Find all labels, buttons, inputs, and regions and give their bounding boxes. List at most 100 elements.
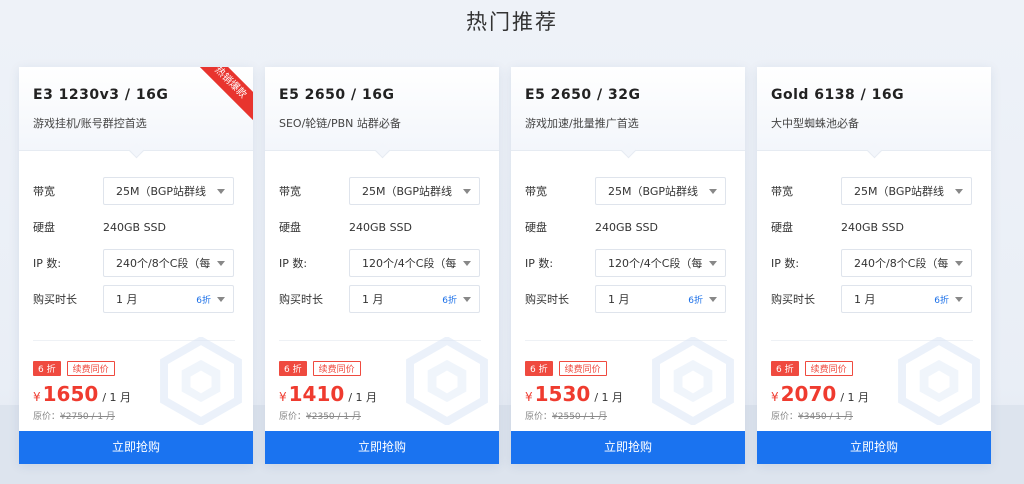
disk-value: 240GB SSD — [349, 220, 412, 234]
bandwidth-row: 带宽 25M（BGP站群线 — [33, 173, 235, 209]
duration-label: 购买时长 — [771, 293, 815, 306]
price-value: 2070 — [780, 382, 837, 406]
renew-tag: 续费同价 — [312, 361, 361, 376]
renew-tag: 续费同价 — [558, 361, 607, 376]
original-price-value: ¥2550 / 1 月 — [552, 412, 607, 422]
duration-discount: 6折 — [196, 295, 211, 306]
discount-tag: 6 折 — [771, 361, 799, 376]
duration-label: 购买时长 — [525, 293, 569, 306]
original-price-value: ¥2350 / 1 月 — [306, 412, 361, 422]
hexagon-icon — [160, 337, 242, 425]
duration-row: 购买时长 1 月 6折 — [771, 281, 973, 317]
duration-label: 购买时长 — [33, 293, 77, 306]
card-header: Gold 6138 / 16G 大中型蜘蛛池必备 — [757, 67, 991, 151]
bandwidth-row: 带宽 25M（BGP站群线 — [771, 173, 973, 209]
ip-select[interactable]: 240个/8个C段（每 — [103, 249, 234, 277]
duration-discount: 6折 — [934, 295, 949, 306]
config-options: 带宽 25M（BGP站群线 硬盘 240GB SSD IP 数: 240个/8个… — [757, 151, 991, 341]
duration-discount: 6折 — [442, 295, 457, 306]
product-card-1: E3 1230v3 / 16G 游戏挂机/账号群控首选 热销爆款 带宽 25M（… — [19, 67, 253, 464]
disk-value: 240GB SSD — [841, 220, 904, 234]
ip-row: IP 数: 120个/4个C段（每 — [279, 245, 481, 281]
chevron-down-icon — [709, 260, 717, 266]
ip-value: 120个/4个C段（每 — [608, 257, 703, 270]
ip-label: IP 数: — [525, 257, 554, 270]
price-period: / 1 月 — [840, 391, 870, 404]
card-title: E3 1230v3 / 16G — [33, 87, 169, 103]
price-area: 6 折 续费同价 ¥ 1530 / 1 月 原价：¥2550 / 1 月 — [511, 327, 745, 439]
bandwidth-label: 带宽 — [279, 185, 301, 198]
currency: ¥ — [771, 390, 779, 404]
disk-value: 240GB SSD — [103, 220, 166, 234]
bandwidth-label: 带宽 — [33, 185, 55, 198]
bandwidth-select[interactable]: 25M（BGP站群线 — [103, 177, 234, 205]
chevron-down-icon — [217, 188, 225, 194]
chevron-down-icon — [955, 188, 963, 194]
chevron-down-icon — [463, 296, 471, 302]
ip-value: 120个/4个C段（每 — [362, 257, 457, 270]
ip-select[interactable]: 120个/4个C段（每 — [595, 249, 726, 277]
config-options: 带宽 25M（BGP站群线 硬盘 240GB SSD IP 数: 240个/8个… — [19, 151, 253, 341]
discount-tag: 6 折 — [33, 361, 61, 376]
buy-now-button[interactable]: 立即抢购 — [265, 431, 499, 464]
chevron-down-icon — [955, 260, 963, 266]
original-price-label: 原价： — [279, 412, 307, 422]
buy-now-button[interactable]: 立即抢购 — [757, 431, 991, 464]
disk-row: 硬盘 240GB SSD — [525, 209, 727, 245]
duration-select[interactable]: 1 月 6折 — [841, 285, 972, 313]
currency: ¥ — [279, 390, 287, 404]
bandwidth-value: 25M（BGP站群线 — [362, 185, 452, 198]
price-value: 1530 — [534, 382, 591, 406]
ip-select[interactable]: 240个/8个C段（每 — [841, 249, 972, 277]
chevron-down-icon — [709, 188, 717, 194]
disk-row: 硬盘 240GB SSD — [279, 209, 481, 245]
card-subtitle: 游戏挂机/账号群控首选 — [33, 117, 147, 130]
card-subtitle: SEO/轮链/PBN 站群必备 — [279, 117, 401, 130]
buy-now-button[interactable]: 立即抢购 — [511, 431, 745, 464]
bandwidth-select[interactable]: 25M（BGP站群线 — [595, 177, 726, 205]
ip-label: IP 数: — [33, 257, 62, 270]
chevron-down-icon — [217, 296, 225, 302]
bandwidth-row: 带宽 25M（BGP站群线 — [525, 173, 727, 209]
disk-row: 硬盘 240GB SSD — [33, 209, 235, 245]
chevron-down-icon — [217, 260, 225, 266]
duration-select[interactable]: 1 月 6折 — [103, 285, 234, 313]
price-value: 1410 — [288, 382, 345, 406]
card-subtitle: 游戏加速/批量推广首选 — [525, 117, 639, 130]
original-price-label: 原价： — [771, 412, 799, 422]
ip-row: IP 数: 120个/4个C段（每 — [525, 245, 727, 281]
price-period: / 1 月 — [594, 391, 624, 404]
duration-select[interactable]: 1 月 6折 — [349, 285, 480, 313]
disk-row: 硬盘 240GB SSD — [771, 209, 973, 245]
currency: ¥ — [33, 390, 41, 404]
price-period: / 1 月 — [102, 391, 132, 404]
chevron-down-icon — [463, 260, 471, 266]
bandwidth-select[interactable]: 25M（BGP站群线 — [841, 177, 972, 205]
card-header: E5 2650 / 32G 游戏加速/批量推广首选 — [511, 67, 745, 151]
duration-value: 1 月 — [116, 293, 138, 306]
card-title: Gold 6138 / 16G — [771, 87, 905, 103]
bandwidth-row: 带宽 25M（BGP站群线 — [279, 173, 481, 209]
chevron-down-icon — [709, 296, 717, 302]
card-header: E3 1230v3 / 16G 游戏挂机/账号群控首选 热销爆款 — [19, 67, 253, 151]
ip-select[interactable]: 120个/4个C段（每 — [349, 249, 480, 277]
disk-label: 硬盘 — [525, 221, 547, 234]
duration-value: 1 月 — [362, 293, 384, 306]
bandwidth-value: 25M（BGP站群线 — [116, 185, 206, 198]
duration-value: 1 月 — [608, 293, 630, 306]
buy-now-button[interactable]: 立即抢购 — [19, 431, 253, 464]
card-title: E5 2650 / 32G — [525, 87, 641, 103]
renew-tag: 续费同价 — [804, 361, 853, 376]
section-title: 热门推荐 — [466, 10, 558, 34]
disk-label: 硬盘 — [279, 221, 301, 234]
bandwidth-select[interactable]: 25M（BGP站群线 — [349, 177, 480, 205]
duration-select[interactable]: 1 月 6折 — [595, 285, 726, 313]
currency: ¥ — [525, 390, 533, 404]
ip-value: 240个/8个C段（每 — [854, 257, 949, 270]
duration-row: 购买时长 1 月 6折 — [279, 281, 481, 317]
hexagon-icon — [652, 337, 734, 425]
duration-row: 购买时长 1 月 6折 — [525, 281, 727, 317]
bandwidth-label: 带宽 — [771, 185, 793, 198]
ip-label: IP 数: — [279, 257, 308, 270]
original-price-label: 原价： — [33, 412, 61, 422]
